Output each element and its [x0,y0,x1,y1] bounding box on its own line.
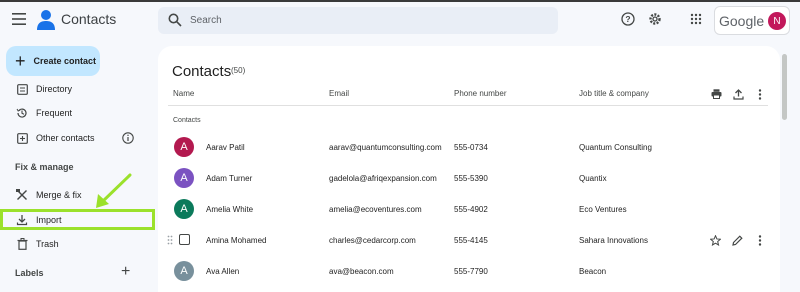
history-icon [16,107,28,119]
contact-avatar: A [174,261,194,281]
create-contact-button[interactable]: + Create contact [6,46,100,76]
print-icon [711,89,721,99]
contact-avatar: A [174,168,194,188]
sidebar-item-frequent[interactable]: Frequent [6,102,152,124]
contact-phone: 555-4902 [454,205,488,214]
contact-email: aarav@quantumconsulting.com [329,143,442,152]
more-vert-icon [758,234,762,246]
contact-phone: 555-7790 [454,267,488,276]
drag-handle-icon[interactable] [167,235,173,245]
apps-button[interactable] [688,11,704,27]
scrollbar[interactable] [782,54,787,120]
column-header-email[interactable]: Email [329,89,349,98]
trash-icon [16,238,28,250]
contact-job: Quantum Consulting [579,143,652,152]
contact-phone: 555-0734 [454,143,488,152]
plus-icon: + [15,51,26,71]
contact-avatar: A [174,137,194,157]
section-label-fix-manage: Fix & manage [15,162,74,172]
annotation-arrow-icon [96,173,132,208]
settings-button[interactable] [647,11,663,27]
search-icon[interactable] [168,13,182,27]
table-row[interactable]: A Adam Turner gadelola@afriqexpansion.co… [158,163,780,193]
contact-job: Sahara Innovations [579,236,648,245]
sidebar-item-label: Trash [36,239,59,249]
edit-button[interactable] [731,234,743,246]
contact-name: Adam Turner [206,174,253,183]
table-row[interactable]: A Ava Allen ava@beacon.com 555-7790 Beac… [158,256,780,286]
column-header-name[interactable]: Name [173,89,194,98]
table-row[interactable]: A Aarav Patil aarav@quantumconsulting.co… [158,132,780,162]
contact-name: Amelia White [206,205,254,214]
contact-email: charles@cedarcorp.com [329,236,416,245]
sidebar-item-label: Directory [36,84,73,94]
contact-name: Amina Mohamed [206,236,267,245]
star-icon [709,234,721,246]
contact-avatar: A [174,199,194,219]
sidebar-item-label: Merge & fix [36,190,82,200]
more-options-button[interactable] [754,88,766,100]
upload-icon [732,88,744,100]
edit-pencil-icon [731,234,743,246]
sidebar-item-directory[interactable]: Directory [6,78,152,100]
header-divider [168,105,768,106]
row-more-button[interactable] [754,234,766,246]
row-checkbox[interactable] [179,234,190,245]
add-label-button[interactable]: + [121,264,130,280]
contact-count: (50) [231,66,246,75]
gear-icon [649,13,661,25]
contact-name: Ava Allen [206,267,240,276]
table-row[interactable]: A Amelia White amelia@ecoventures.com 55… [158,194,780,224]
page-title: Contacts [172,63,232,80]
app-title[interactable]: Contacts [61,11,116,27]
contact-job: Beacon [579,267,607,276]
search-input[interactable] [190,11,540,30]
contact-job: Quantix [579,174,607,183]
print-button[interactable] [710,88,722,100]
contact-email: gadelola@afriqexpansion.com [329,174,437,183]
contacts-logo-icon[interactable] [36,9,56,31]
column-header-job[interactable]: Job title & company [579,89,649,98]
app-header: Contacts ? Google N [0,2,800,38]
section-label-labels: Labels [15,268,44,278]
google-brand-text: Google [719,13,765,29]
add-box-icon [16,132,28,144]
directory-icon [16,83,28,95]
contact-name: Aarav Patil [206,143,245,152]
account-switcher[interactable]: Google N [714,6,790,35]
contacts-panel: Contacts (50) Name Email Phone number Jo… [158,46,780,292]
plus-icon: + [121,263,131,280]
contact-email: amelia@ecoventures.com [329,205,422,214]
sidebar-item-label: Other contacts [36,133,95,143]
account-avatar[interactable]: N [768,12,786,30]
column-header-phone[interactable]: Phone number [454,89,506,98]
main-menu-button[interactable] [8,8,30,30]
apps-grid-icon [690,13,702,25]
sidebar-item-label: Frequent [36,108,73,118]
hamburger-menu-icon [12,13,26,25]
contact-job: Eco Ventures [579,205,627,214]
svg-text:?: ? [625,14,630,24]
search-bar[interactable] [158,7,558,34]
contact-email: ava@beacon.com [329,267,394,276]
export-button[interactable] [732,88,744,100]
sidebar-item-trash[interactable]: Trash [6,233,152,255]
help-button[interactable]: ? [620,11,636,27]
help-icon: ? [621,12,635,26]
group-label: Contacts [173,117,201,124]
create-contact-label: Create contact [33,56,97,66]
info-icon[interactable] [122,132,134,144]
tools-icon [16,189,28,201]
import-highlight-box [0,209,155,230]
contact-phone: 555-5390 [454,174,488,183]
contact-phone: 555-4145 [454,236,488,245]
more-vert-icon [758,88,762,100]
star-button[interactable] [709,234,721,246]
table-row[interactable]: Amina Mohamed charles@cedarcorp.com 555-… [158,225,780,255]
